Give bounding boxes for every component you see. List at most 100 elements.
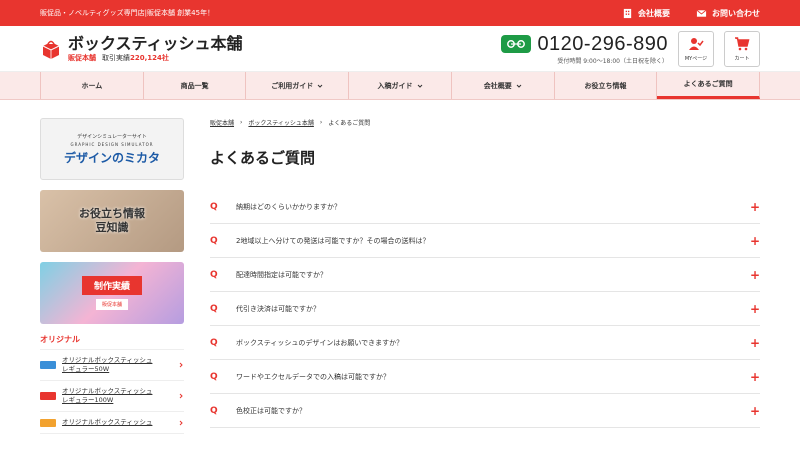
faq-q-marker: Q [210,405,218,416]
nav-item-submission[interactable]: 入稿ガイド [349,72,452,99]
chevron-down-icon [317,84,323,88]
nav-item-company[interactable]: 会社概要 [452,72,555,99]
faq-list: Q 納期はどのくらいかかりますか？ + Q 2地域以上へ分けての発送は可能ですか？その… [210,190,760,428]
nav-label: よくあるご質問 [683,80,733,88]
top-tagline: 販促品・ノベルティグッズ専門店|販促本舗 創業45年！ [40,9,215,17]
nav-item-guide[interactable]: ご利用ガイド [246,72,350,99]
cart-icon [735,36,750,50]
works-banner-title: 制作実績 [81,276,142,295]
faq-item[interactable]: Q ボックスティッシュのデザインはお願いできますか？ + [210,326,760,360]
faq-item[interactable]: Q 配達時間指定は可能ですか？ + [210,258,760,292]
faq-question: 納期はどのくらいかかりますか？ [236,202,341,211]
plus-icon: + [750,199,761,214]
free-dial-icon [501,35,532,53]
nav-label: 会社概要 [483,81,512,90]
page-title: よくあるご質問 [210,149,316,167]
faq-item[interactable]: Q 色校正は可能ですか？ + [210,394,760,428]
faq-item[interactable]: Q 代引き決済は可能ですか？ + [210,292,760,326]
nav-item-faq[interactable]: よくあるご質問 [657,72,761,99]
faq-q-marker: Q [210,303,218,314]
nav-label: ご利用ガイド [271,81,314,90]
tips-banner-line1: お役立ち情報 [79,207,145,220]
product-line1: オリジナルボックスティッシュ [62,418,153,426]
breadcrumb: 販促本舗 › ボックスティッシュ本舗 › よくあるご質問 [210,118,760,127]
sidebar-product-item[interactable]: オリジナルボックスティッシュ レギュラー50W [40,350,184,381]
contact-link[interactable]: お問い合わせ [696,8,760,19]
faq-q-marker: Q [210,337,218,348]
contact-link-label: お問い合わせ [712,8,760,18]
plus-icon: + [750,403,761,418]
tips-banner-line2: 豆知識 [95,221,129,234]
nav-item-products[interactable]: 商品一覧 [144,72,247,99]
mail-icon [696,9,707,17]
brand-sub: 販促本舗 取引実績220,124社 [68,53,243,63]
product-line1: オリジナルボックスティッシュ [62,387,153,395]
product-label: オリジナルボックスティッシュ [62,418,172,427]
chevron-right-icon [179,393,183,399]
nav-item-tips[interactable]: お役立ち情報 [555,72,658,99]
nav-label: 商品一覧 [180,81,209,90]
mypage-button[interactable]: MYページ [678,30,714,67]
works-banner-sub: 販促本舗 [95,299,128,310]
chevron-down-icon [417,84,422,88]
plus-icon: + [750,233,761,248]
sidebar: デザインシミュレーターサイト GRAPHIC DESIGN SIMULATOR … [40,118,184,434]
company-link[interactable]: 会社概要 [622,8,670,19]
header-right: 0120-296-890 受付時間 9:00～18:00（土日祝を除く） MYペ… [501,30,760,67]
breadcrumb-separator: › [240,119,243,126]
tel-block: 0120-296-890 受付時間 9:00～18:00（土日祝を除く） [501,33,668,65]
main-area: デザインシミュレーターサイト GRAPHIC DESIGN SIMULATOR … [0,100,800,434]
banner-en-text: GRAPHIC DESIGN SIMULATOR [70,141,154,147]
product-thumb [40,418,56,427]
faq-question: 色校正は可能ですか？ [236,406,306,415]
tel-number[interactable]: 0120-296-890 [537,33,668,56]
cart-label: カート [734,55,750,62]
faq-question: 配達時間指定は可能ですか？ [236,270,327,279]
product-line2: レギュラー100W [62,396,114,404]
brand-name: ボックスティッシュ本舗 [68,33,243,53]
cart-button[interactable]: カート [724,30,760,67]
content: 販促本舗 › ボックスティッシュ本舗 › よくあるご質問 よくあるご質問 Q 納期… [210,118,760,434]
faq-q-marker: Q [210,371,218,382]
brand-sub-label-row: 取引実績220,124社 [102,53,169,63]
breadcrumb-separator: › [319,119,323,126]
faq-question: 代引き決済は可能ですか？ [236,304,320,313]
faq-item[interactable]: Q ワードやエクセルデータでの入稿は可能ですか？ + [210,360,760,394]
faq-question: ボックスティッシュのデザインはお願いできますか？ [236,338,404,347]
nav-label: お役立ち情報 [584,81,627,90]
plus-icon: + [750,267,761,282]
mypage-label: MYページ [684,55,708,62]
banner-small-text: デザインシミュレーターサイト [77,133,147,140]
tips-banner[interactable]: お役立ち情報 豆知識 [40,190,184,252]
sidebar-section-title: オリジナル [40,334,184,350]
brand-logo-link[interactable]: ボックスティッシュ本舗 販促本舗 取引実績220,124社 [40,33,243,63]
top-bar: 販促品・ノベルティグッズ専門店|販促本舗 創業45年！ 会社概要 お問い合わせ [0,0,800,26]
chevron-right-icon [179,420,183,425]
faq-item[interactable]: Q 納期はどのくらいかかりますか？ + [210,190,760,224]
site-header: ボックスティッシュ本舗 販促本舗 取引実績220,124社 0120-296-8… [0,26,800,72]
global-nav: ホーム 商品一覧 ご利用ガイド 入稿ガイド 会社概要 お役立ち情報 よくあるご質… [0,72,800,100]
product-thumb [40,361,56,369]
brand-sub-label: 取引実績 [102,53,130,62]
product-line2: レギュラー50W [62,365,110,373]
tissue-box-logo-icon [42,40,60,59]
breadcrumb-link[interactable]: ボックスティッシュ本舗 [248,118,313,127]
plus-icon: + [750,369,761,384]
design-simulator-banner[interactable]: デザインシミュレーターサイト GRAPHIC DESIGN SIMULATOR … [40,118,184,180]
banner-big-text: デザインのミカタ [63,150,160,165]
nav-item-home[interactable]: ホーム [40,72,144,99]
plus-icon: + [750,301,761,316]
tel-hours: 受付時間 9:00～18:00（土日祝を除く） [557,57,668,65]
faq-q-marker: Q [210,269,218,280]
sidebar-product-item[interactable]: オリジナルボックスティッシュ [40,412,184,434]
works-banner[interactable]: 制作実績 販促本舗 [40,262,184,324]
faq-item[interactable]: Q 2地域以上へ分けての発送は可能ですか？その場合の送料は？ + [210,224,760,258]
tel-row: 0120-296-890 [501,33,668,56]
faq-q-marker: Q [210,235,218,246]
breadcrumb-link[interactable]: 販促本舗 [210,118,234,127]
sidebar-product-item[interactable]: オリジナルボックスティッシュ レギュラー100W [40,381,184,412]
nav-label: ホーム [81,81,103,90]
brand-sub-tag: 販促本舗 [68,53,96,62]
faq-question: ワードやエクセルデータでの入稿は可能ですか？ [236,372,390,381]
top-links: 会社概要 お問い合わせ [622,8,760,19]
